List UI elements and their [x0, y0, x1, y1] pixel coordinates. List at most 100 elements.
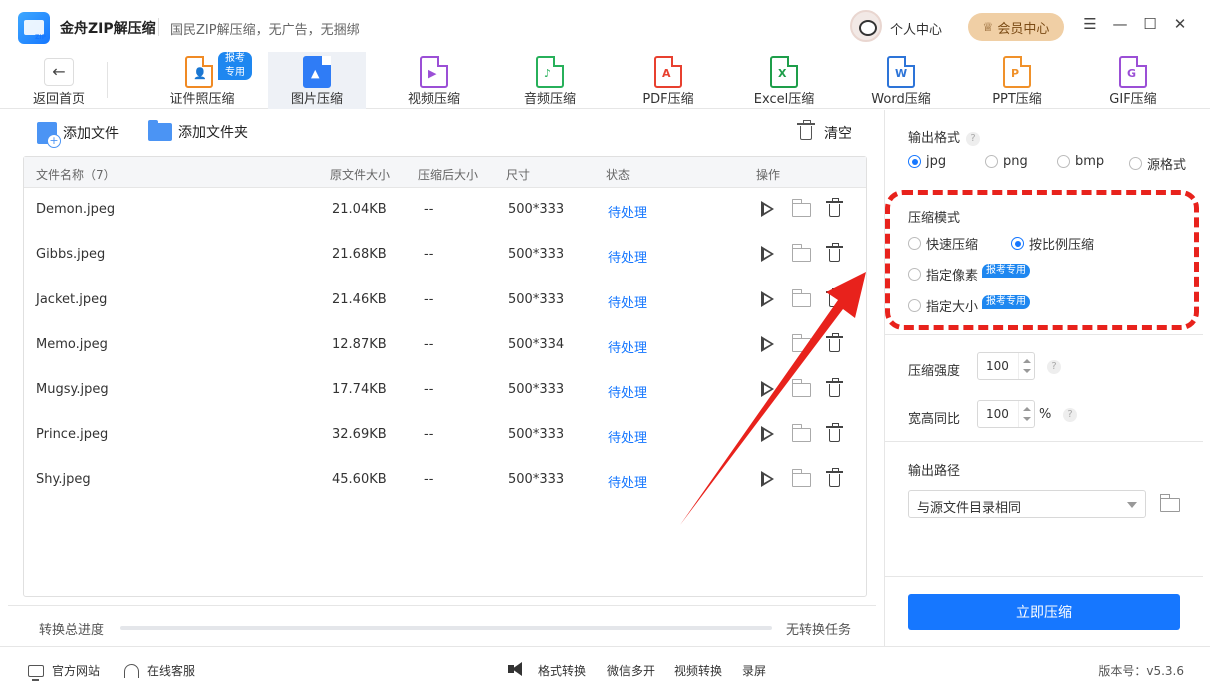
stepper-arrows-icon[interactable] [1018, 353, 1034, 379]
status-text: 待处理 [608, 431, 648, 446]
tool-image-compress[interactable]: ▲ 图片压缩 [268, 52, 366, 109]
tool-video-compress[interactable]: ▶ 视频压缩 [384, 52, 484, 109]
help-icon[interactable]: ? [1047, 360, 1061, 374]
footer-link-video-convert[interactable]: 视频转换 [674, 662, 722, 679]
add-folder-button[interactable]: 添加文件夹 [148, 120, 248, 142]
exam-badge: 报考专用 [218, 52, 252, 80]
play-icon[interactable] [760, 201, 774, 217]
mode-option[interactable]: 指定像素 报考专用 [908, 263, 1031, 284]
maximize-icon[interactable]: ☐ [1140, 15, 1160, 33]
tool-gif-compress[interactable]: G GIF压缩 [1083, 52, 1183, 109]
crown-icon: ♕ [982, 20, 994, 34]
tool-excel-compress[interactable]: X Excel压缩 [734, 52, 834, 109]
progress-label: 转换总进度 [39, 623, 105, 638]
radio-icon [985, 155, 998, 168]
play-icon[interactable] [760, 471, 774, 487]
row-actions [758, 288, 848, 310]
folder-icon[interactable] [791, 424, 811, 442]
table-row[interactable]: Prince.jpeg 32.69KB -- 500*333 待处理 [24, 413, 866, 458]
speaker-icon [508, 662, 534, 676]
menu-icon[interactable]: ☰ [1080, 15, 1100, 33]
file-table: 文件名称（7） 原文件大小 压缩后大小 尺寸 状态 操作 Demon.jpeg 2… [23, 156, 867, 597]
settings-panel: 输出格式? jpg png bmp 源格式 压缩模式 快速压缩 按比例压缩 指定像素 报考专… [884, 110, 1203, 646]
file-name: Demon.jpeg [36, 202, 116, 217]
output-path-select[interactable]: 与源文件目录相同 [908, 490, 1146, 518]
browse-folder-icon[interactable] [1159, 494, 1180, 512]
play-icon[interactable] [760, 426, 774, 442]
orig-size: 21.04KB [332, 202, 387, 217]
help-icon[interactable]: ? [1063, 408, 1077, 422]
mode-option[interactable]: 按比例压缩 [1011, 234, 1094, 253]
official-website-link[interactable]: 官方网站 [28, 662, 100, 681]
delete-icon[interactable] [826, 288, 843, 307]
clear-button[interactable]: 清空 [797, 120, 852, 143]
stepper-arrows-icon[interactable] [1018, 401, 1034, 427]
folder-icon[interactable] [791, 379, 811, 397]
table-row[interactable]: Shy.jpeg 45.60KB -- 500*333 待处理 [24, 458, 866, 503]
folder-icon[interactable] [791, 469, 811, 487]
orig-size: 45.60KB [332, 472, 387, 487]
format-option-png[interactable]: png [985, 154, 1028, 169]
back-arrow-icon: ← [44, 58, 74, 86]
footer-link-wechat-multi[interactable]: 微信多开 [607, 662, 655, 679]
footer-link-screen-record[interactable]: 录屏 [742, 662, 766, 679]
aspect-ratio-stepper[interactable]: 100 [977, 400, 1035, 428]
app-title: 金舟ZIP解压缩 [60, 21, 156, 37]
tool-pdf-compress[interactable]: A PDF压缩 [618, 52, 718, 109]
delete-icon[interactable] [826, 243, 843, 262]
vip-center-button[interactable]: ♕ 会员中心 [968, 13, 1064, 41]
comp-size: -- [424, 202, 434, 217]
file-name: Gibbs.jpeg [36, 247, 106, 262]
mode-option[interactable]: 快速压缩 [908, 234, 978, 253]
row-actions [758, 423, 848, 445]
comp-size: -- [424, 292, 434, 307]
compress-now-button[interactable]: 立即压缩 [908, 594, 1180, 630]
user-center-link[interactable]: 个人中心 [890, 19, 942, 38]
folder-icon[interactable] [791, 289, 811, 307]
table-row[interactable]: Mugsy.jpeg 17.74KB -- 500*333 待处理 [24, 368, 866, 413]
folder-icon[interactable] [791, 244, 811, 262]
close-icon[interactable]: ✕ [1170, 15, 1190, 33]
tool-label: 图片压缩 [290, 92, 343, 107]
back-home-button[interactable]: ← 返回首页 [30, 52, 88, 109]
minimize-icon[interactable]: — [1110, 15, 1130, 33]
radio-icon [908, 268, 921, 281]
delete-icon[interactable] [826, 423, 843, 442]
compress-strength-stepper[interactable]: 100 [977, 352, 1035, 380]
avatar[interactable] [850, 10, 882, 42]
tool-ppt-compress[interactable]: P PPT压缩 [967, 52, 1067, 109]
delete-icon[interactable] [826, 198, 843, 217]
format-option-jpg[interactable]: jpg [908, 154, 946, 169]
table-row[interactable]: Jacket.jpeg 21.46KB -- 500*333 待处理 [24, 278, 866, 323]
folder-icon[interactable] [791, 334, 811, 352]
format-option-源格式[interactable]: 源格式 [1129, 154, 1186, 173]
output-format-label: 输出格式? [908, 127, 981, 146]
play-icon[interactable] [760, 246, 774, 262]
table-row[interactable]: Memo.jpeg 12.87KB -- 500*334 待处理 [24, 323, 866, 368]
table-row[interactable]: Gibbs.jpeg 21.68KB -- 500*333 待处理 [24, 233, 866, 278]
help-icon[interactable]: ? [966, 131, 981, 146]
tool-idphoto-compress[interactable]: 👤 报考专用 证件照压缩 [152, 52, 252, 109]
add-file-label: 添加文件 [63, 126, 119, 142]
tool-label: 证件照压缩 [169, 92, 235, 107]
folder-icon[interactable] [791, 199, 811, 217]
footer-link-format-convert[interactable]: 格式转换 [538, 662, 586, 679]
pdf-icon: A [654, 56, 682, 88]
play-icon[interactable] [760, 336, 774, 352]
delete-icon[interactable] [826, 333, 843, 352]
tool-word-compress[interactable]: W Word压缩 [851, 52, 951, 109]
clear-label: 清空 [824, 126, 852, 142]
divider [885, 441, 1203, 442]
table-row[interactable]: Demon.jpeg 21.04KB -- 500*333 待处理 [24, 188, 866, 233]
aspect-ratio-label: 宽高同比 [908, 412, 961, 427]
delete-icon[interactable] [826, 378, 843, 397]
add-file-button[interactable]: 添加文件 [37, 122, 119, 148]
online-service-link[interactable]: 在线客服 [124, 662, 195, 679]
format-option-bmp[interactable]: bmp [1057, 154, 1104, 169]
play-icon[interactable] [760, 291, 774, 307]
tool-audio-compress[interactable]: ♪ 音频压缩 [500, 52, 600, 109]
progress-status: 无转换任务 [786, 623, 852, 638]
mode-option[interactable]: 指定大小 报考专用 [908, 294, 1031, 315]
play-icon[interactable] [760, 381, 774, 397]
delete-icon[interactable] [826, 468, 843, 487]
